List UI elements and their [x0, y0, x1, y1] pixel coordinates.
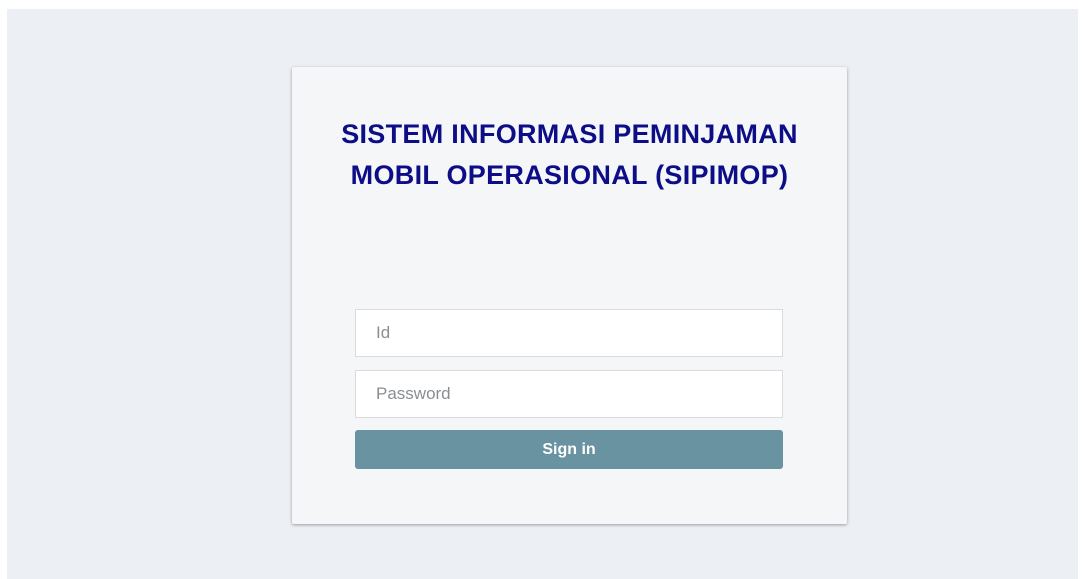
- password-input[interactable]: [355, 370, 783, 418]
- sign-in-button[interactable]: Sign in: [355, 430, 783, 469]
- login-card: SISTEM INFORMASI PEMINJAMAN MOBIL OPERAS…: [292, 67, 847, 524]
- id-input[interactable]: [355, 309, 783, 357]
- app-title: SISTEM INFORMASI PEMINJAMAN MOBIL OPERAS…: [341, 119, 798, 190]
